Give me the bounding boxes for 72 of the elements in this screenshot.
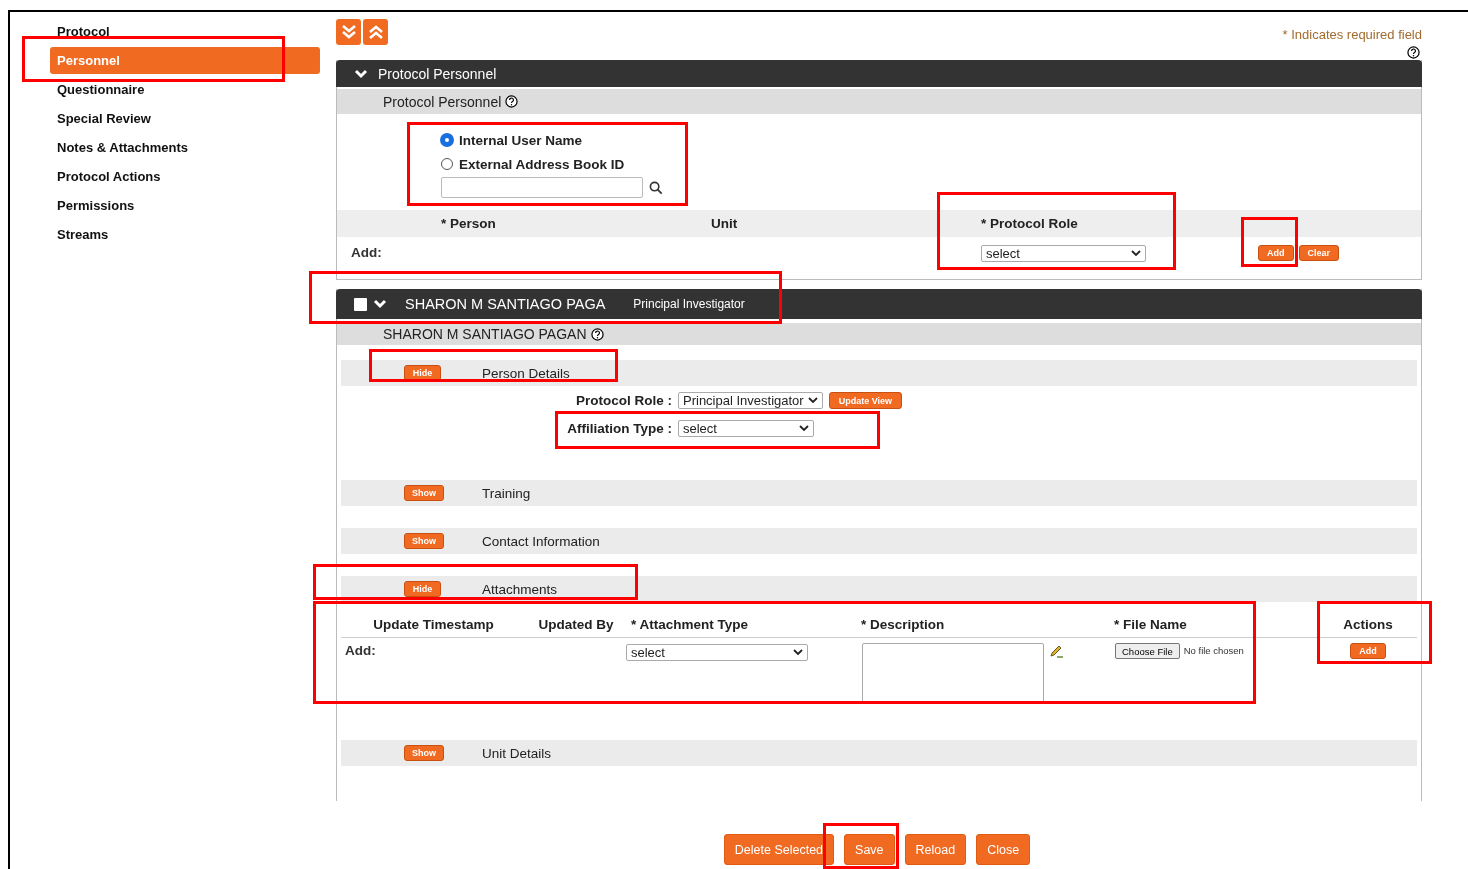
section-title: Training <box>482 485 531 501</box>
sidebar-item[interactable]: Protocol <box>50 18 320 45</box>
footer-button[interactable]: Reload <box>904 834 967 865</box>
person-name: SHARON M SANTIAGO PAGA <box>405 296 606 312</box>
add-row-label: Add: <box>344 643 377 660</box>
column-header: Actions <box>1342 617 1394 632</box>
dropdown-field[interactable]: select <box>678 420 814 437</box>
column-header: Unit <box>711 216 739 231</box>
field-label: Protocol Role : <box>575 393 672 408</box>
help-icon[interactable] <box>1407 46 1420 59</box>
lookup-input-field[interactable] <box>441 177 643 198</box>
radio-label: External Address Book ID <box>459 156 625 172</box>
subheader-title: Protocol Personnel <box>383 93 502 110</box>
subheader-title: SHARON M SANTIAGO PAGAN <box>383 326 587 342</box>
column-header: Updated By <box>537 617 615 632</box>
search-icon[interactable] <box>649 180 663 195</box>
toggle-button[interactable]: Show <box>404 533 444 549</box>
action-button[interactable]: Clear <box>1298 245 1339 261</box>
add-button[interactable]: Add <box>1350 643 1386 659</box>
description-field[interactable] <box>862 643 1044 703</box>
double-chevron-up-icon <box>367 24 384 40</box>
attachment-type-select[interactable]: select <box>626 644 808 661</box>
pencil-icon[interactable] <box>1048 643 1064 659</box>
footer-button[interactable]: Delete Selected <box>723 834 835 865</box>
action-button[interactable]: Add <box>1258 245 1294 261</box>
radio-label: Internal User Name <box>459 132 583 148</box>
help-icon[interactable] <box>590 327 604 341</box>
expand-all-button[interactable] <box>336 19 361 45</box>
sidebar-item[interactable]: Special Review <box>50 105 320 132</box>
add-row-label: Add: <box>350 244 383 260</box>
column-header: * Person <box>441 216 497 231</box>
field-label: Affiliation Type : <box>566 421 672 436</box>
toggle-button[interactable]: Show <box>404 485 444 501</box>
sidebar-item[interactable]: Personnel <box>50 47 320 74</box>
collapse-all-button[interactable] <box>363 19 388 45</box>
panel-title: Protocol Personnel <box>378 65 497 82</box>
footer-button[interactable]: Close <box>976 834 1031 865</box>
column-header: * Description <box>860 617 946 632</box>
caret-icon <box>799 425 809 432</box>
column-header: * File Name <box>1113 617 1188 632</box>
toggle-button[interactable]: Show <box>404 745 444 761</box>
chevron-icon[interactable] <box>373 299 387 309</box>
caret-icon <box>1131 250 1141 257</box>
dropdown-field[interactable]: Principal Investigator <box>678 392 823 409</box>
update-view-button[interactable]: Update View <box>828 392 903 409</box>
sidebar-item[interactable]: Permissions <box>50 192 320 219</box>
chevron-icon[interactable] <box>354 68 368 79</box>
caret-icon <box>807 397 818 404</box>
file-status: No file chosen <box>1183 644 1244 656</box>
section-title: Contact Information <box>482 533 600 549</box>
protocol-role-select[interactable]: select <box>981 245 1146 262</box>
toggle-button[interactable]: Hide <box>404 581 441 597</box>
person-role: Principal Investigator <box>633 297 745 311</box>
sidebar-item[interactable]: Streams <box>50 221 320 248</box>
section-title: Unit Details <box>482 745 552 761</box>
select-checkbox[interactable] <box>354 297 367 311</box>
column-header: Update Timestamp <box>372 617 495 632</box>
caret-icon <box>793 649 803 656</box>
column-header: * Protocol Role <box>981 216 1079 231</box>
section-title: Attachments <box>482 581 558 597</box>
highlight-frame <box>1241 217 1298 267</box>
footer-button[interactable]: Save <box>844 834 895 865</box>
help-icon[interactable] <box>505 95 519 108</box>
sidebar-item[interactable]: Protocol Actions <box>50 163 320 190</box>
radio-button[interactable] <box>441 134 453 146</box>
required-field-note: * Indicates required field <box>1282 27 1422 42</box>
section-title: Person Details <box>482 365 570 381</box>
double-chevron-down-icon <box>340 24 357 40</box>
sidebar-item[interactable]: Notes & Attachments <box>50 134 320 161</box>
column-header: * Attachment Type <box>630 617 750 632</box>
choose-file-button[interactable]: Choose File <box>1115 643 1180 659</box>
sidebar-item[interactable]: Questionnaire <box>50 76 320 103</box>
